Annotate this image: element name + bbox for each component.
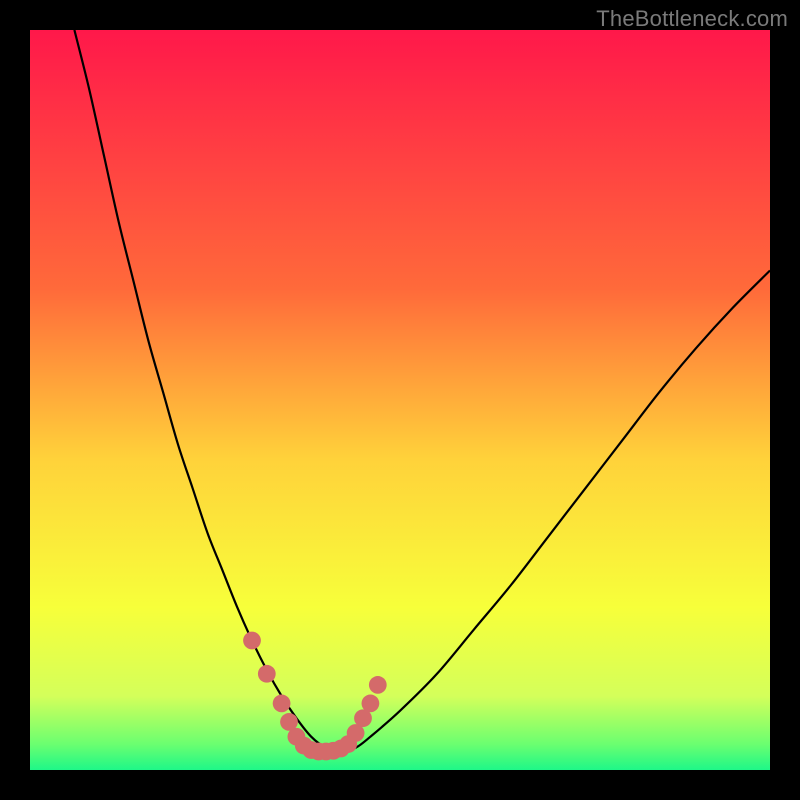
plot-svg <box>30 30 770 770</box>
plot-area <box>30 30 770 770</box>
chart-stage: TheBottleneck.com <box>0 0 800 800</box>
highlight-marker <box>258 665 276 683</box>
highlight-marker <box>369 676 387 694</box>
highlight-marker <box>273 695 291 713</box>
gradient-background <box>30 30 770 770</box>
highlight-marker <box>362 695 380 713</box>
highlight-marker <box>243 632 261 650</box>
watermark-text: TheBottleneck.com <box>596 6 788 32</box>
